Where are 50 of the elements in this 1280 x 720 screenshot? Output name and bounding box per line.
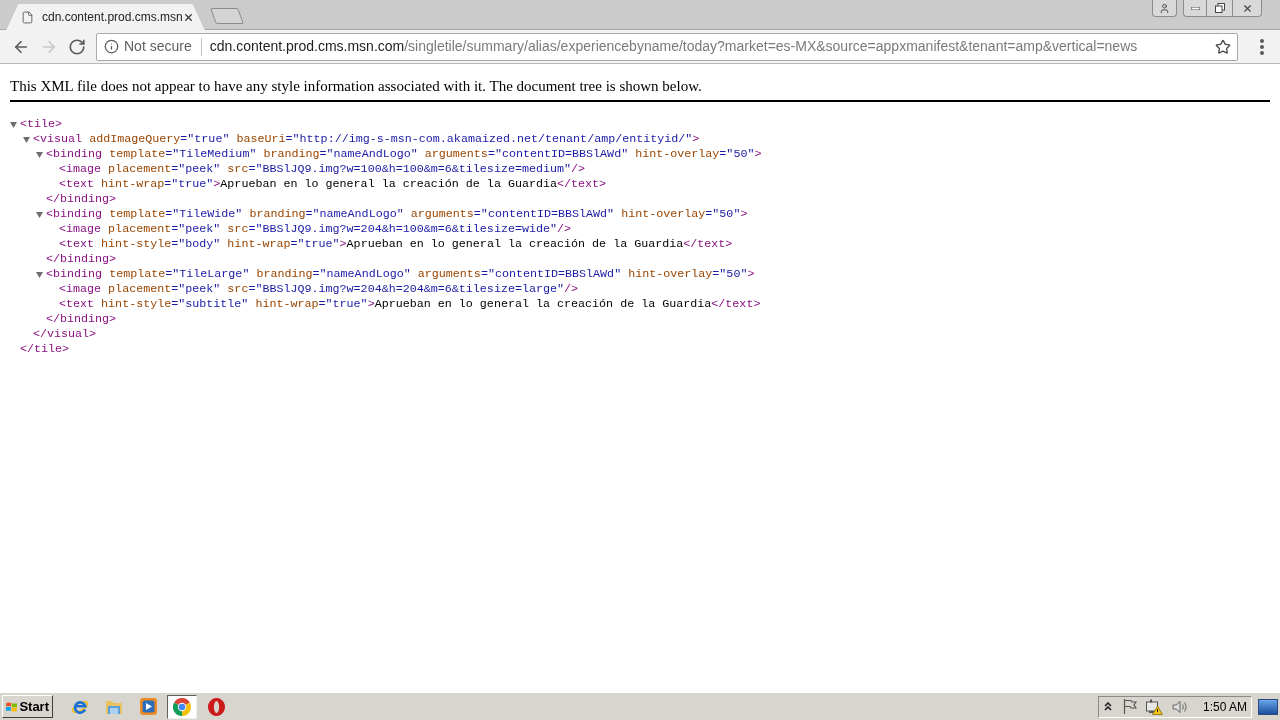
triangle-down-icon[interactable] bbox=[36, 211, 43, 218]
xml-line: <image placement="peek" src="BBSlJQ9.img?w=100&h=100&m=6&tilesize=medium"/> bbox=[59, 162, 586, 177]
letter-o-logo-icon bbox=[207, 697, 225, 716]
page-icon bbox=[21, 10, 34, 24]
xml-line: <binding template="TileWide" branding="nameAndLogo" arguments="contentID=BBSlAWd" hint-overlay="50"> bbox=[46, 207, 748, 222]
restore-button[interactable] bbox=[1207, 0, 1232, 17]
restore-icon bbox=[1214, 3, 1225, 13]
xml-line: <binding template="TileLarge" branding="nameAndLogo" arguments="contentID=BBSlAWd" hint-overlay="50"> bbox=[46, 267, 755, 282]
minimize-icon bbox=[1190, 6, 1200, 10]
xml-line: <text hint-wrap="true">Aprueban en lo general la creación de la Guardia</text> bbox=[59, 177, 607, 192]
reload-icon bbox=[68, 37, 86, 56]
triangle-down-icon[interactable] bbox=[36, 271, 43, 278]
xml-line: </tile> bbox=[20, 342, 70, 357]
close-icon bbox=[183, 11, 195, 23]
person-icon bbox=[1159, 2, 1170, 14]
xml-style-notice: This XML file does not appear to have any style information associated with it. The document tree is shown below. bbox=[10, 77, 703, 95]
profile-button[interactable] bbox=[1152, 0, 1177, 17]
security-label[interactable]: Not secure bbox=[124, 36, 192, 57]
clock-text[interactable]: 1:50 AM bbox=[1202, 697, 1247, 716]
play-icon bbox=[139, 698, 157, 715]
xml-line: <visual addImageQuery="true" baseUri="http://img-s-msn-com.akamaized.net/tenant/amp/entityid/"> bbox=[33, 132, 700, 147]
xml-line: </visual> bbox=[33, 327, 97, 342]
chrome-logo-icon bbox=[173, 697, 191, 716]
xml-line: </binding> bbox=[46, 252, 117, 267]
speaker-icon[interactable] bbox=[1171, 699, 1188, 714]
folder-icon bbox=[105, 698, 123, 715]
info-icon bbox=[104, 39, 119, 54]
show-desktop-button[interactable] bbox=[1258, 698, 1278, 715]
triangle-down-icon[interactable] bbox=[10, 121, 17, 128]
triangle-down-icon[interactable] bbox=[36, 151, 43, 158]
start-button[interactable]: Start bbox=[2, 695, 53, 718]
double-chevron-up-icon[interactable] bbox=[1103, 702, 1112, 711]
xml-line: </binding> bbox=[46, 312, 117, 327]
xml-line: <image placement="peek" src="BBSlJQ9.img?w=204&h=204&m=6&tilesize=large"/> bbox=[59, 282, 579, 297]
bookmark-star-icon[interactable] bbox=[1215, 38, 1231, 55]
address-bar[interactable]: Not secure cdn.content.prod.cms.msn.com/singletile/summary/alias/experiencebyname/today?market=es-MX&source=appxmanifest&tenant=amp&vertical=news bbox=[96, 32, 1238, 61]
url-text[interactable]: cdn.content.prod.cms.msn.com/singletile/summary/alias/experiencebyname/today?market=es-MX&source=appxmanifest&tenant=amp&vertical=news bbox=[209, 36, 1138, 57]
triangle-down-icon[interactable] bbox=[23, 136, 30, 143]
flag-icon[interactable] bbox=[1122, 699, 1137, 714]
xml-line: <tile> bbox=[20, 117, 63, 132]
network-warning-icon[interactable] bbox=[1145, 698, 1163, 715]
taskbar-app-button[interactable] bbox=[167, 694, 197, 719]
xml-line: </binding> bbox=[46, 192, 117, 207]
browser-tab[interactable]: cdn.content.prod.cms.msn bbox=[6, 4, 205, 30]
menu-icon bbox=[1260, 38, 1264, 55]
xml-line: <text hint-style="body" hint-wrap="true">Aprueban en lo general la creación de la Guardia</text> bbox=[59, 237, 733, 252]
xml-line: <binding template="TileMedium" branding="nameAndLogo" arguments="contentID=BBSlAWd" hint-overlay="50"> bbox=[46, 147, 762, 162]
xml-line: <text hint-style="subtitle" hint-wrap="true">Aprueban en lo general la creación de la Guardia</text> bbox=[59, 297, 761, 312]
xml-line: <image placement="peek" src="BBSlJQ9.img?w=204&h=100&m=6&tilesize=wide"/> bbox=[59, 222, 572, 237]
close-icon bbox=[1241, 2, 1253, 14]
